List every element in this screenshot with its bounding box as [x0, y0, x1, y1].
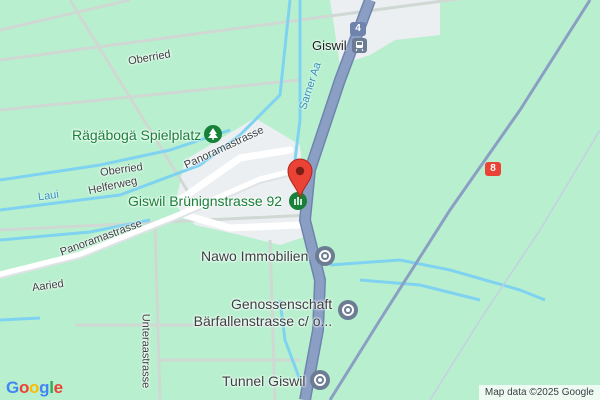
logo-letter-o2: o [29, 378, 40, 397]
place-label-giswil: Giswil [312, 38, 347, 53]
poi-glyph-icon [319, 250, 331, 262]
route-shield-right: 8 [485, 162, 501, 176]
pin-glyph-icon [287, 158, 313, 199]
generic-poi-icon[interactable] [315, 246, 335, 266]
map-attribution[interactable]: Map data ©2025 Google [478, 385, 600, 400]
generic-poi-icon[interactable] [310, 370, 330, 390]
highway [300, 0, 375, 400]
place-label-genossenschaft[interactable]: Genossenschaft Bärfallenstrasse c/ o... [194, 296, 333, 330]
poi-glyph-icon [314, 374, 326, 386]
logo-letter-e: e [53, 378, 63, 397]
place-label-spielplatz[interactable]: Rägäbogä Spielplatz [72, 127, 201, 143]
route-shield-top: 4 [350, 22, 366, 36]
place-label-pin[interactable]: Giswil Brünignstrasse 92 [128, 193, 282, 209]
google-logo[interactable]: Google [6, 378, 63, 398]
poi-glyph-icon [342, 304, 354, 316]
rail-secondary [429, 129, 600, 400]
place-label-nawo[interactable]: Nawo Immobilien [201, 248, 308, 264]
tree-glyph-icon [208, 128, 218, 140]
map-pin-icon[interactable] [286, 158, 314, 199]
genossenschaft-line-2: Bärfallenstrasse c/ o... [193, 313, 333, 329]
place-label-tunnel[interactable]: Tunnel Giswil [222, 373, 306, 389]
logo-letter-g1: G [6, 378, 19, 397]
logo-letter-o1: o [18, 378, 30, 397]
street-label-unteraastrasse: Unteraastrasse [139, 313, 152, 389]
railways [328, 0, 592, 400]
train-glyph-icon [355, 41, 364, 52]
genossenschaft-line-1: Genossenschaft [231, 296, 333, 312]
generic-poi-icon[interactable] [338, 300, 358, 320]
tree-icon[interactable] [204, 125, 222, 143]
logo-letter-g2: g [39, 378, 50, 397]
map-canvas[interactable]: 4 8 Oberried Oberried Helferweg Panorama… [0, 0, 600, 400]
train-station-icon[interactable] [352, 38, 367, 53]
